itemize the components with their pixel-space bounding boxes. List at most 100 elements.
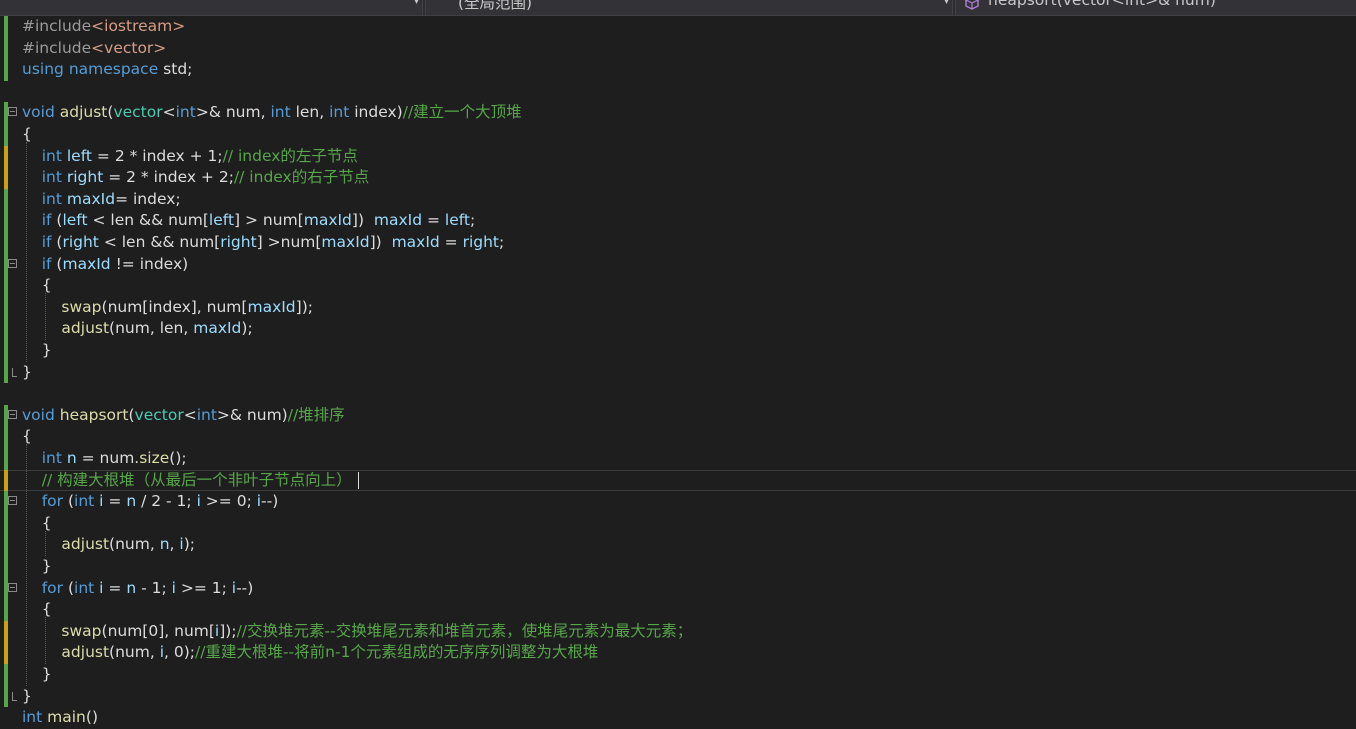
- code-line[interactable]: }: [0, 556, 1356, 578]
- code-token: right: [62, 233, 99, 251]
- code-token: =: [103, 492, 127, 511]
- code-line[interactable]: [0, 81, 1356, 103]
- code-token: <iostream>: [91, 17, 186, 35]
- change-marker: [4, 296, 8, 319]
- code-line[interactable]: int n = num.size();: [0, 448, 1356, 470]
- code-line[interactable]: if (right < len && num[right] >num[maxId…: [0, 232, 1356, 254]
- code-token: =: [103, 578, 127, 597]
- chevron-down-icon[interactable]: ▾: [414, 0, 419, 7]
- text-caret: [357, 471, 359, 489]
- code-token: int: [74, 578, 95, 597]
- change-marker: [4, 340, 8, 362]
- code-line[interactable]: {: [0, 599, 1356, 621]
- code-line[interactable]: if (maxId != index): [0, 253, 1356, 276]
- code-line[interactable]: int main(): [0, 707, 1356, 729]
- collapse-icon[interactable]: [8, 107, 17, 117]
- code-line[interactable]: }: [0, 361, 1356, 384]
- collapse-icon[interactable]: [8, 409, 17, 419]
- code-line[interactable]: int maxId= index;: [0, 188, 1356, 211]
- code-token: main: [47, 708, 86, 727]
- code-line[interactable]: {: [0, 426, 1356, 448]
- code-token: n: [66, 449, 77, 467]
- function-dropdown[interactable]: heapsort(vector<int>& num): [955, 0, 1356, 15]
- code-token: //重建大根堆--将前n-1个元素组成的无序序列调整为大根堆: [195, 643, 599, 662]
- code-line[interactable]: void heapsort(vector<int>& num)//堆排序: [0, 404, 1356, 427]
- code-token: --): [236, 578, 254, 597]
- code-line[interactable]: }: [0, 340, 1356, 362]
- code-line[interactable]: swap(num[0], num[i]);//交换堆元素--交换堆尾元素和堆首元…: [0, 620, 1356, 643]
- change-marker: [4, 685, 8, 708]
- code-text: }: [22, 686, 32, 708]
- code-token: adjust: [61, 535, 110, 554]
- code-line[interactable]: for (int i = n - 1; i >= 1; i--): [0, 577, 1356, 600]
- code-line[interactable]: if (left < len && num[left] > num[maxId]…: [0, 210, 1356, 232]
- code-editor[interactable]: #include<iostream> #include<vector> using …: [0, 16, 1356, 726]
- code-line[interactable]: adjust(num, len, maxId);: [0, 318, 1356, 340]
- outline-bracket: [12, 367, 17, 377]
- code-line[interactable]: using namespace std;: [0, 59, 1356, 81]
- indent-guide: [45, 293, 46, 340]
- change-marker: [4, 620, 8, 643]
- change-marker: [4, 59, 8, 81]
- code-line[interactable]: #include<iostream>: [0, 16, 1356, 38]
- code-text: if (right < len && num[right] >num[maxId…: [22, 232, 505, 254]
- code-token: ]): [369, 233, 392, 251]
- code-line[interactable]: int left = 2 * index + 1;// index的左子节点: [0, 145, 1356, 168]
- change-marker: [4, 145, 8, 168]
- code-token: index): [349, 103, 403, 122]
- change-marker: [4, 188, 8, 211]
- chevron-down-icon[interactable]: ▾: [944, 0, 949, 7]
- code-token: swap: [61, 621, 102, 640]
- code-line[interactable]: {: [0, 124, 1356, 146]
- code-line[interactable]: #include<vector>: [0, 37, 1356, 60]
- code-line[interactable]: adjust(num, n, i);: [0, 534, 1356, 556]
- code-text: #include<vector>: [22, 38, 166, 60]
- code-text: int left = 2 * index + 1;// index的左子节点: [22, 146, 358, 168]
- code-token: int: [22, 708, 43, 727]
- code-text: if (left < len && num[left] > num[maxId]…: [22, 210, 476, 232]
- code-token: maxId: [66, 189, 116, 208]
- code-token: #include: [22, 38, 92, 57]
- scope-dropdown[interactable]: (全局范围) ▾: [425, 0, 953, 15]
- code-token: ] >num[: [256, 233, 322, 251]
- function-label: heapsort(vector<int>& num): [988, 0, 1216, 9]
- code-line[interactable]: adjust(num, i, 0);//重建大根堆--将前n-1个元素组成的无序…: [0, 642, 1356, 664]
- code-line[interactable]: {: [0, 275, 1356, 297]
- code-token: int: [270, 103, 291, 122]
- project-dropdown[interactable]: ▾: [0, 0, 423, 15]
- code-line[interactable]: }: [0, 685, 1356, 708]
- code-token: std;: [158, 60, 193, 79]
- code-token: int: [175, 103, 196, 122]
- code-line[interactable]: int right = 2 * index + 2;// index的右子节点: [0, 167, 1356, 189]
- code-token: adjust: [59, 103, 108, 122]
- code-line[interactable]: [0, 383, 1356, 405]
- code-token: ,: [169, 535, 180, 554]
- code-line[interactable]: {: [0, 512, 1356, 535]
- code-line[interactable]: for (int i = n / 2 - 1; i >= 0; i--): [0, 491, 1356, 513]
- collapse-icon[interactable]: [8, 258, 17, 268]
- code-token: left: [444, 211, 470, 230]
- change-marker: [4, 232, 8, 254]
- navigation-bar: ▾ (全局范围) ▾ heapsort(vector<int>& num): [0, 0, 1356, 16]
- code-token: (: [51, 233, 63, 251]
- code-line[interactable]: // 构建大根堆（从最后一个非叶子节点向上）: [0, 469, 1356, 492]
- code-line[interactable]: void adjust(vector<int>& num, int len, i…: [0, 102, 1356, 124]
- code-line[interactable]: }: [0, 664, 1356, 686]
- code-token: / 2 - 1;: [136, 492, 197, 511]
- code-token: vector: [113, 103, 163, 122]
- code-token: < len && num[: [87, 211, 209, 230]
- change-marker: [4, 124, 8, 146]
- code-token: {: [22, 125, 32, 143]
- collapse-icon[interactable]: [8, 496, 17, 506]
- code-token: // index的左子节点: [222, 146, 358, 165]
- code-line[interactable]: swap(num[index], num[maxId]);: [0, 296, 1356, 319]
- code-token: }: [22, 686, 32, 705]
- code-token: = num.: [76, 449, 140, 467]
- collapse-icon[interactable]: [8, 582, 17, 592]
